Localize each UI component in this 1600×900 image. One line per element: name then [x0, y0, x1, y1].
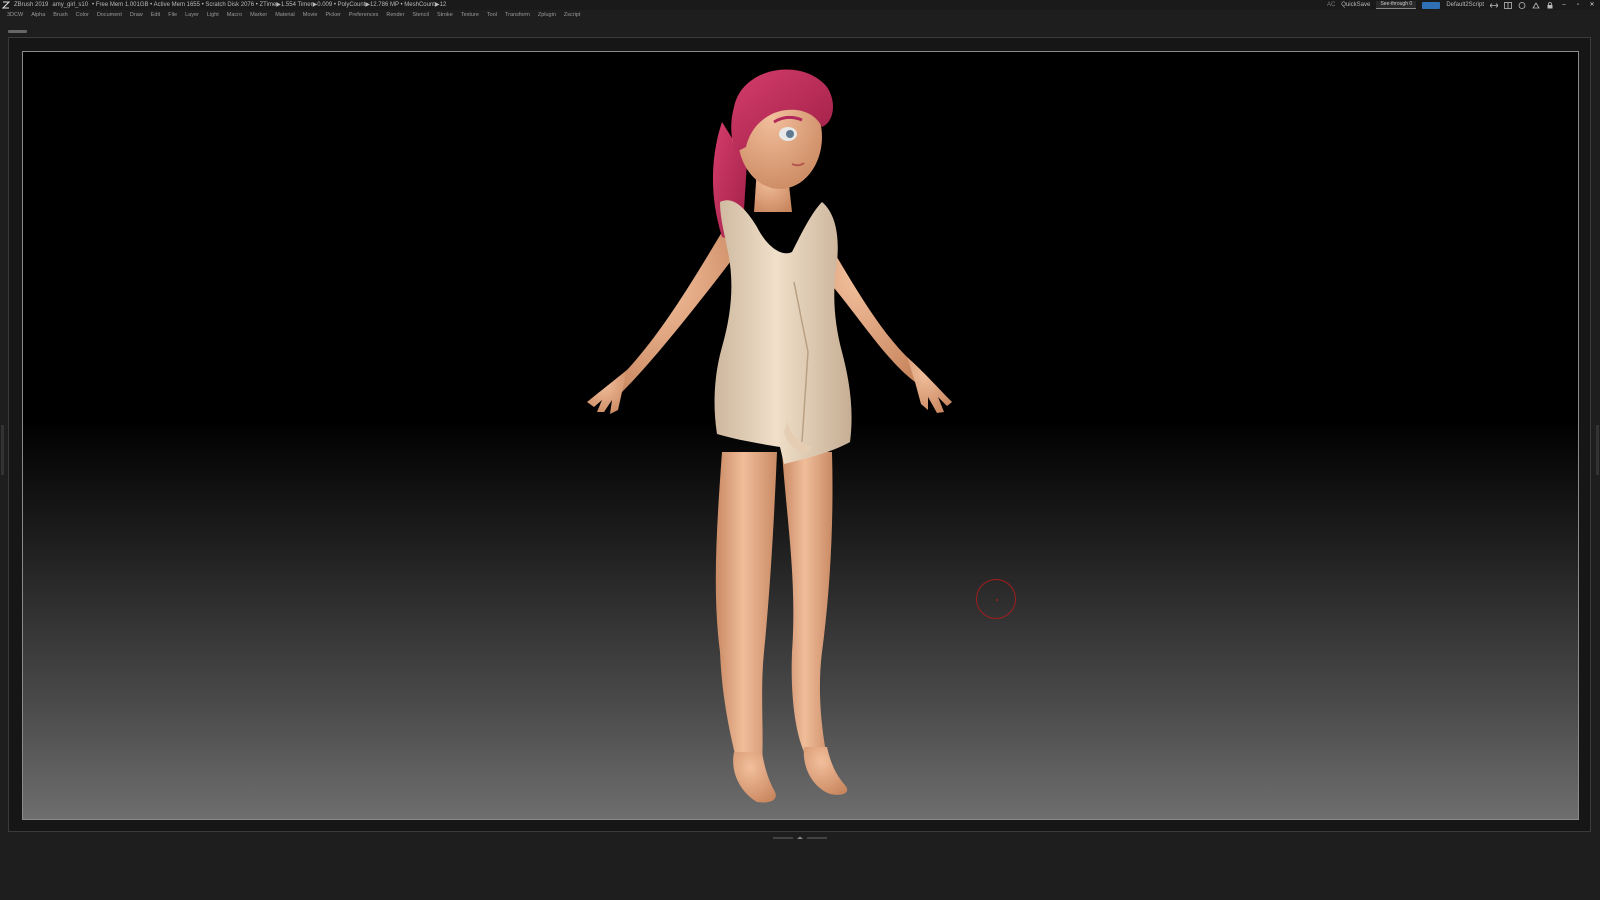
document-canvas[interactable] — [22, 52, 1578, 819]
left-leg — [715, 452, 777, 762]
ac-toggle[interactable]: AC — [1327, 0, 1335, 10]
menu-preferences[interactable]: Preferences — [349, 10, 379, 20]
right-hand — [907, 357, 952, 413]
file-name: amy_girl_s10 — [52, 2, 89, 8]
see-through-slider[interactable]: See-through 0 — [1376, 1, 1417, 9]
menu-texture[interactable]: Texture — [461, 10, 479, 20]
close-icon[interactable]: ✕ — [1588, 0, 1596, 10]
right-leg — [782, 452, 833, 757]
menu-macro[interactable]: Macro — [227, 10, 242, 20]
default-script-button[interactable]: Default2Script — [1446, 0, 1484, 10]
menu-marker[interactable]: Marker — [250, 10, 267, 20]
bottom-shelf-toggle-icon[interactable] — [773, 836, 827, 840]
sculpt-model[interactable] — [22, 52, 1578, 819]
canvas-frame — [8, 37, 1591, 832]
minimize-icon[interactable]: – — [1560, 0, 1568, 10]
menu-zplugin[interactable]: Zplugin — [538, 10, 556, 20]
right-foot — [803, 747, 848, 795]
right-tray-handle[interactable] — [1596, 425, 1599, 475]
quicksave-button[interactable]: QuickSave — [1341, 0, 1370, 10]
document-tab-handle[interactable] — [8, 30, 27, 33]
restore-icon[interactable]: ▫ — [1574, 0, 1582, 10]
menu-alpha[interactable]: Alpha — [31, 10, 45, 20]
menu-layer[interactable]: Layer — [185, 10, 199, 20]
menu-document[interactable]: Document — [97, 10, 122, 20]
iris — [786, 130, 794, 138]
ui-layout-icon[interactable] — [1504, 1, 1512, 9]
lock-icon[interactable] — [1546, 1, 1554, 9]
menu-light[interactable]: Light — [207, 10, 219, 20]
menu-3dcw[interactable]: 3DCW — [7, 10, 23, 20]
menu-material[interactable]: Material — [275, 10, 295, 20]
see-through-label: See-through 0 — [1380, 1, 1413, 7]
left-tray-handle[interactable] — [1, 425, 4, 475]
dress — [714, 200, 852, 464]
menu-stroke[interactable]: Stroke — [437, 10, 453, 20]
left-foot — [733, 752, 776, 803]
menu-stencil[interactable]: Stencil — [412, 10, 429, 20]
left-hand — [587, 370, 627, 414]
color-scheme-icon[interactable] — [1518, 1, 1526, 9]
app-title: ZBrush 2019 — [14, 2, 49, 8]
memory-status: • Free Mem 1.001GB • Active Mem 1655 • S… — [92, 2, 447, 8]
layout-arrows-icon[interactable] — [1490, 2, 1498, 9]
menu-zscript[interactable]: Zscript — [564, 10, 581, 20]
menu-transform[interactable]: Transform — [505, 10, 530, 20]
menu-tool[interactable]: Tool — [487, 10, 497, 20]
title-bar: ZBrush 2019 amy_girl_s10 • Free Mem 1.00… — [0, 0, 1600, 10]
menu-brush[interactable]: Brush — [53, 10, 67, 20]
menu-picker[interactable]: Picker — [325, 10, 340, 20]
menu-edit[interactable]: Edit — [151, 10, 160, 20]
zbrush-logo-icon — [2, 1, 10, 9]
menu-file[interactable]: File — [168, 10, 177, 20]
menu-color[interactable]: Color — [76, 10, 89, 20]
brush-cursor-icon — [976, 579, 1016, 619]
menu-movie[interactable]: Movie — [303, 10, 318, 20]
left-arm — [614, 232, 734, 392]
main-menu-bar: 3DCW Alpha Brush Color Document Draw Edi… — [0, 10, 1600, 20]
menu-draw[interactable]: Draw — [130, 10, 143, 20]
menus-toggle-button[interactable] — [1422, 1, 1441, 9]
menu-render[interactable]: Render — [386, 10, 404, 20]
hotkeys-icon[interactable] — [1532, 1, 1540, 9]
